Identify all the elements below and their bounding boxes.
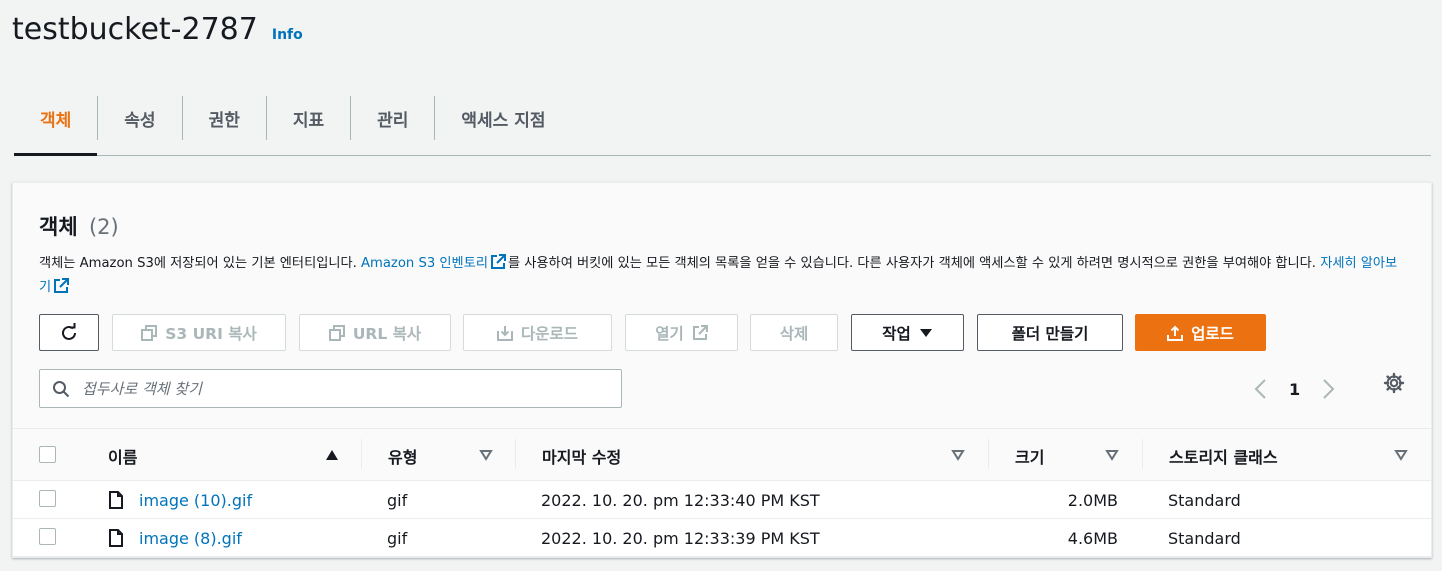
download-label: 다운로드 <box>520 324 579 343</box>
download-button[interactable]: 다운로드 <box>463 314 612 351</box>
copy-icon <box>328 324 345 341</box>
column-header-size[interactable]: 크기 <box>1015 429 1044 482</box>
external-link-icon[interactable] <box>490 254 506 270</box>
copy-url-button[interactable]: URL 복사 <box>299 314 451 351</box>
object-type: gif <box>387 528 408 548</box>
table-row: image (10).gif gif 2022. 10. 20. pm 12:3… <box>13 481 1431 519</box>
panel-title: 객체 (2) <box>39 211 119 241</box>
file-icon <box>109 491 123 509</box>
table-row: image (8).gif gif 2022. 10. 20. pm 12:33… <box>13 519 1431 557</box>
column-divider <box>515 439 516 469</box>
object-count: (2) <box>88 215 119 239</box>
create-folder-label: 폴더 만들기 <box>1011 324 1089 343</box>
row-checkbox[interactable] <box>39 490 56 507</box>
object-last-modified: 2022. 10. 20. pm 12:33:40 PM KST <box>541 490 820 510</box>
search-icon <box>53 380 70 397</box>
desc-text-2: 를 사용하여 버킷에 있는 모든 객체의 목록을 얻을 수 있습니다. 다른 사… <box>507 256 1321 271</box>
delete-label: 삭제 <box>779 324 809 343</box>
upload-button[interactable]: 업로드 <box>1135 314 1266 351</box>
column-divider <box>988 439 989 469</box>
open-button[interactable]: 열기 <box>625 314 738 351</box>
info-link[interactable]: Info <box>272 27 303 43</box>
tab-management[interactable]: 관리 <box>351 96 436 140</box>
row-checkbox[interactable] <box>39 528 56 545</box>
sort-icon[interactable] <box>479 449 493 461</box>
select-all-checkbox[interactable] <box>39 446 56 463</box>
refresh-icon <box>62 322 76 340</box>
column-header-storage-class[interactable]: 스토리지 클래스 <box>1169 429 1278 482</box>
column-header-type[interactable]: 유형 <box>388 429 417 482</box>
column-divider <box>1142 439 1143 469</box>
sort-ascending-icon[interactable] <box>325 449 339 461</box>
column-divider <box>361 439 362 469</box>
column-header-last-modified[interactable]: 마지막 수정 <box>542 429 621 482</box>
refresh-button[interactable] <box>39 314 99 351</box>
upload-icon <box>1167 325 1184 341</box>
object-storage-class: Standard <box>1168 528 1241 548</box>
copy-icon <box>141 324 158 341</box>
file-icon <box>109 529 123 547</box>
tab-permissions[interactable]: 권한 <box>183 96 267 140</box>
tab-metrics[interactable]: 지표 <box>267 96 352 140</box>
search-box <box>39 369 622 408</box>
table-header: 이름 유형 마지막 수정 크기 스토리지 클래스 <box>13 428 1431 481</box>
object-type: gif <box>387 490 408 510</box>
external-link-icon <box>692 324 708 340</box>
sort-icon[interactable] <box>951 449 965 461</box>
pagination: 1 <box>1253 370 1336 408</box>
copy-s3-uri-label: S3 URI 복사 <box>165 324 257 343</box>
tab-objects[interactable]: 객체 <box>14 96 99 156</box>
tab-bar: 객체 속성 권한 지표 관리 액세스 지점 <box>14 96 1431 156</box>
inventory-link[interactable]: Amazon S3 인벤토리 <box>361 256 488 271</box>
panel-description: 객체는 Amazon S3에 저장되어 있는 기본 엔터티입니다. Amazon… <box>39 252 1409 300</box>
caret-down-icon <box>919 328 932 337</box>
page-header: testbucket-2787 Info <box>12 12 303 47</box>
search-input[interactable] <box>82 379 602 398</box>
copy-url-label: URL 복사 <box>352 324 422 343</box>
column-header-name[interactable]: 이름 <box>108 429 137 482</box>
desc-text-1: 객체는 Amazon S3에 저장되어 있는 기본 엔터티입니다. <box>39 256 361 271</box>
tab-properties[interactable]: 속성 <box>98 96 183 140</box>
object-last-modified: 2022. 10. 20. pm 12:33:39 PM KST <box>541 528 820 548</box>
object-storage-class: Standard <box>1168 490 1241 510</box>
current-page[interactable]: 1 <box>1289 380 1300 399</box>
sort-icon[interactable] <box>1105 449 1119 461</box>
sort-icon[interactable] <box>1394 449 1408 461</box>
download-icon <box>496 325 513 341</box>
open-label: 열기 <box>655 324 684 343</box>
object-name-link[interactable]: image (10).gif <box>139 481 252 519</box>
create-folder-button[interactable]: 폴더 만들기 <box>977 314 1123 351</box>
upload-label: 업로드 <box>1191 324 1234 343</box>
actions-dropdown[interactable]: 작업 <box>851 314 964 351</box>
actions-label: 작업 <box>882 324 911 343</box>
delete-button[interactable]: 삭제 <box>750 314 838 351</box>
object-name-link[interactable]: image (8).gif <box>139 519 242 557</box>
objects-panel: 객체 (2) 객체는 Amazon S3에 저장되어 있는 기본 엔터티입니다.… <box>12 182 1432 558</box>
gear-icon[interactable] <box>1383 372 1405 394</box>
external-link-icon[interactable] <box>53 278 70 294</box>
chevron-left-icon[interactable] <box>1253 378 1267 400</box>
object-size: 2.0MB <box>1067 490 1118 510</box>
chevron-right-icon[interactable] <box>1322 378 1336 400</box>
panel-title-text: 객체 <box>39 215 78 239</box>
page-title: testbucket-2787 <box>12 12 258 47</box>
object-size: 4.6MB <box>1067 528 1118 548</box>
tab-access-points[interactable]: 액세스 지점 <box>435 96 571 140</box>
objects-table: 이름 유형 마지막 수정 크기 스토리지 클래스 image (10).gif … <box>13 428 1431 557</box>
copy-s3-uri-button[interactable]: S3 URI 복사 <box>112 314 286 351</box>
